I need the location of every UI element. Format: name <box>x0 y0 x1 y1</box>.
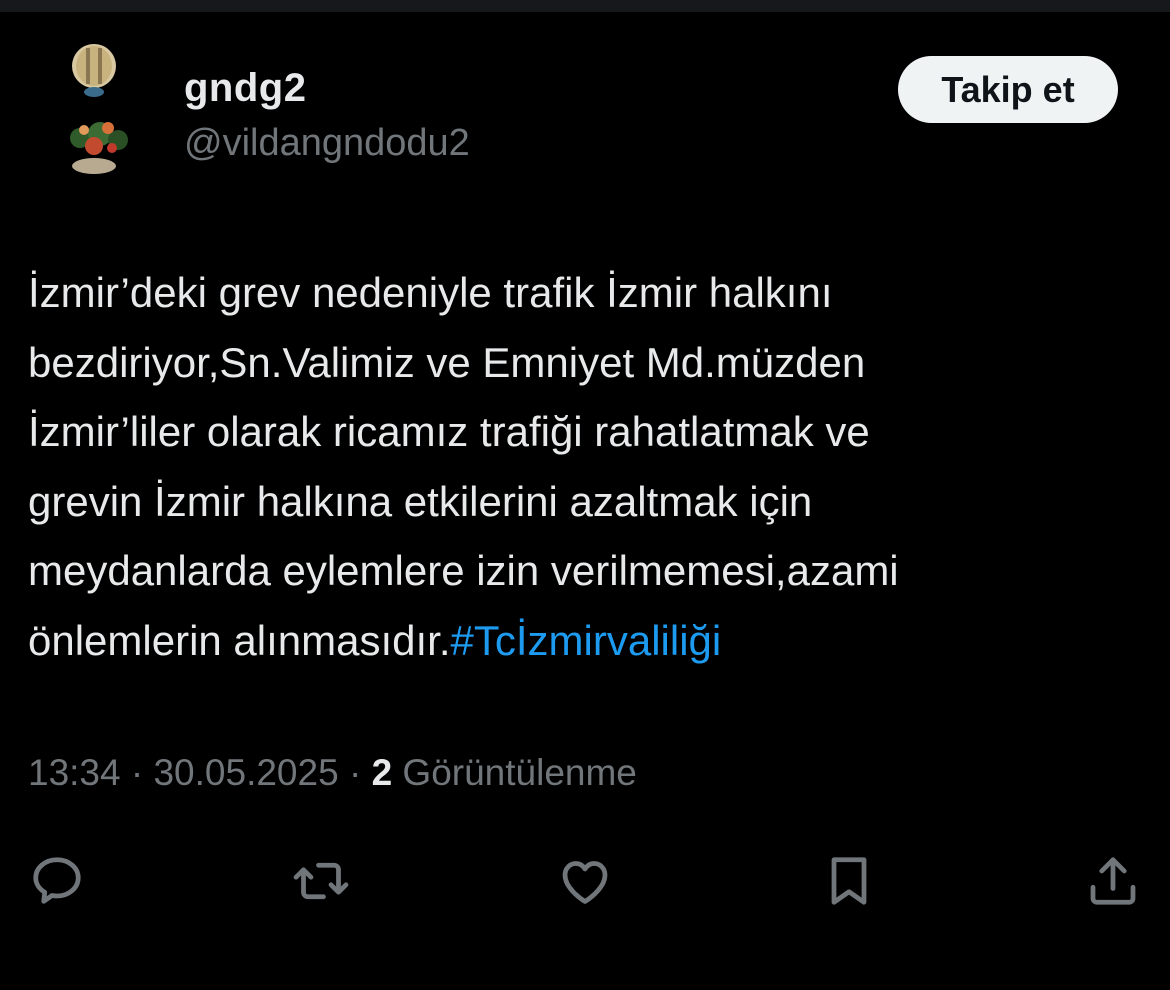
tweet-line: İzmir’liler olarak ricamız trafiği rahat… <box>28 408 870 455</box>
user-avatar[interactable] <box>50 42 160 186</box>
repost-button[interactable] <box>286 846 356 916</box>
tweet-line: grevin İzmir halkına etkilerini azaltmak… <box>28 477 813 525</box>
avatar-image <box>70 44 128 174</box>
reply-button[interactable] <box>22 846 92 916</box>
bookmark-button[interactable] <box>814 846 884 916</box>
tweet-line-last: önlemlerin alınmasıdır.#Tcİzmirvaliliği <box>28 606 1148 676</box>
bookmark-icon <box>831 857 867 905</box>
tweet-line: meydanlarda eylemlere izin verilmemesi,a… <box>28 547 899 594</box>
tweet-text: İzmir’deki grev nedeniyle trafik İzmir h… <box>28 258 1148 675</box>
follow-button[interactable]: Takip et <box>898 56 1118 123</box>
tweet-actions-bar <box>0 840 1170 920</box>
share-button[interactable] <box>1078 846 1148 916</box>
tweet-date[interactable]: 30.05.2025 <box>153 752 338 793</box>
reply-icon <box>33 857 81 904</box>
views-label: Görüntülenme <box>402 752 637 793</box>
tweet-line-text: önlemlerin alınmasıdır. <box>28 616 451 664</box>
user-handle[interactable]: @vildangndodu2 <box>184 122 470 165</box>
share-icon <box>1090 857 1136 905</box>
like-button[interactable] <box>550 846 620 916</box>
top-divider <box>0 0 1170 12</box>
meta-separator: · <box>348 752 362 793</box>
tweet-time[interactable]: 13:34 <box>28 752 121 793</box>
views-count: 2 <box>371 752 393 793</box>
tweet-line: İzmir’deki grev nedeniyle trafik İzmir h… <box>28 269 833 316</box>
hashtag-link[interactable]: #Tcİzmirvaliliği <box>451 617 722 664</box>
meta-separator: · <box>130 752 144 793</box>
display-name[interactable]: gndg2 <box>184 66 306 111</box>
tweet-meta: 13:34 · 30.05.2025 · 2 Görüntülenme <box>28 752 637 794</box>
tweet-line: bezdiriyor,Sn.Valimiz ve Emniyet Md.müzd… <box>28 338 866 386</box>
heart-icon <box>562 861 608 904</box>
repost-icon <box>293 862 349 900</box>
